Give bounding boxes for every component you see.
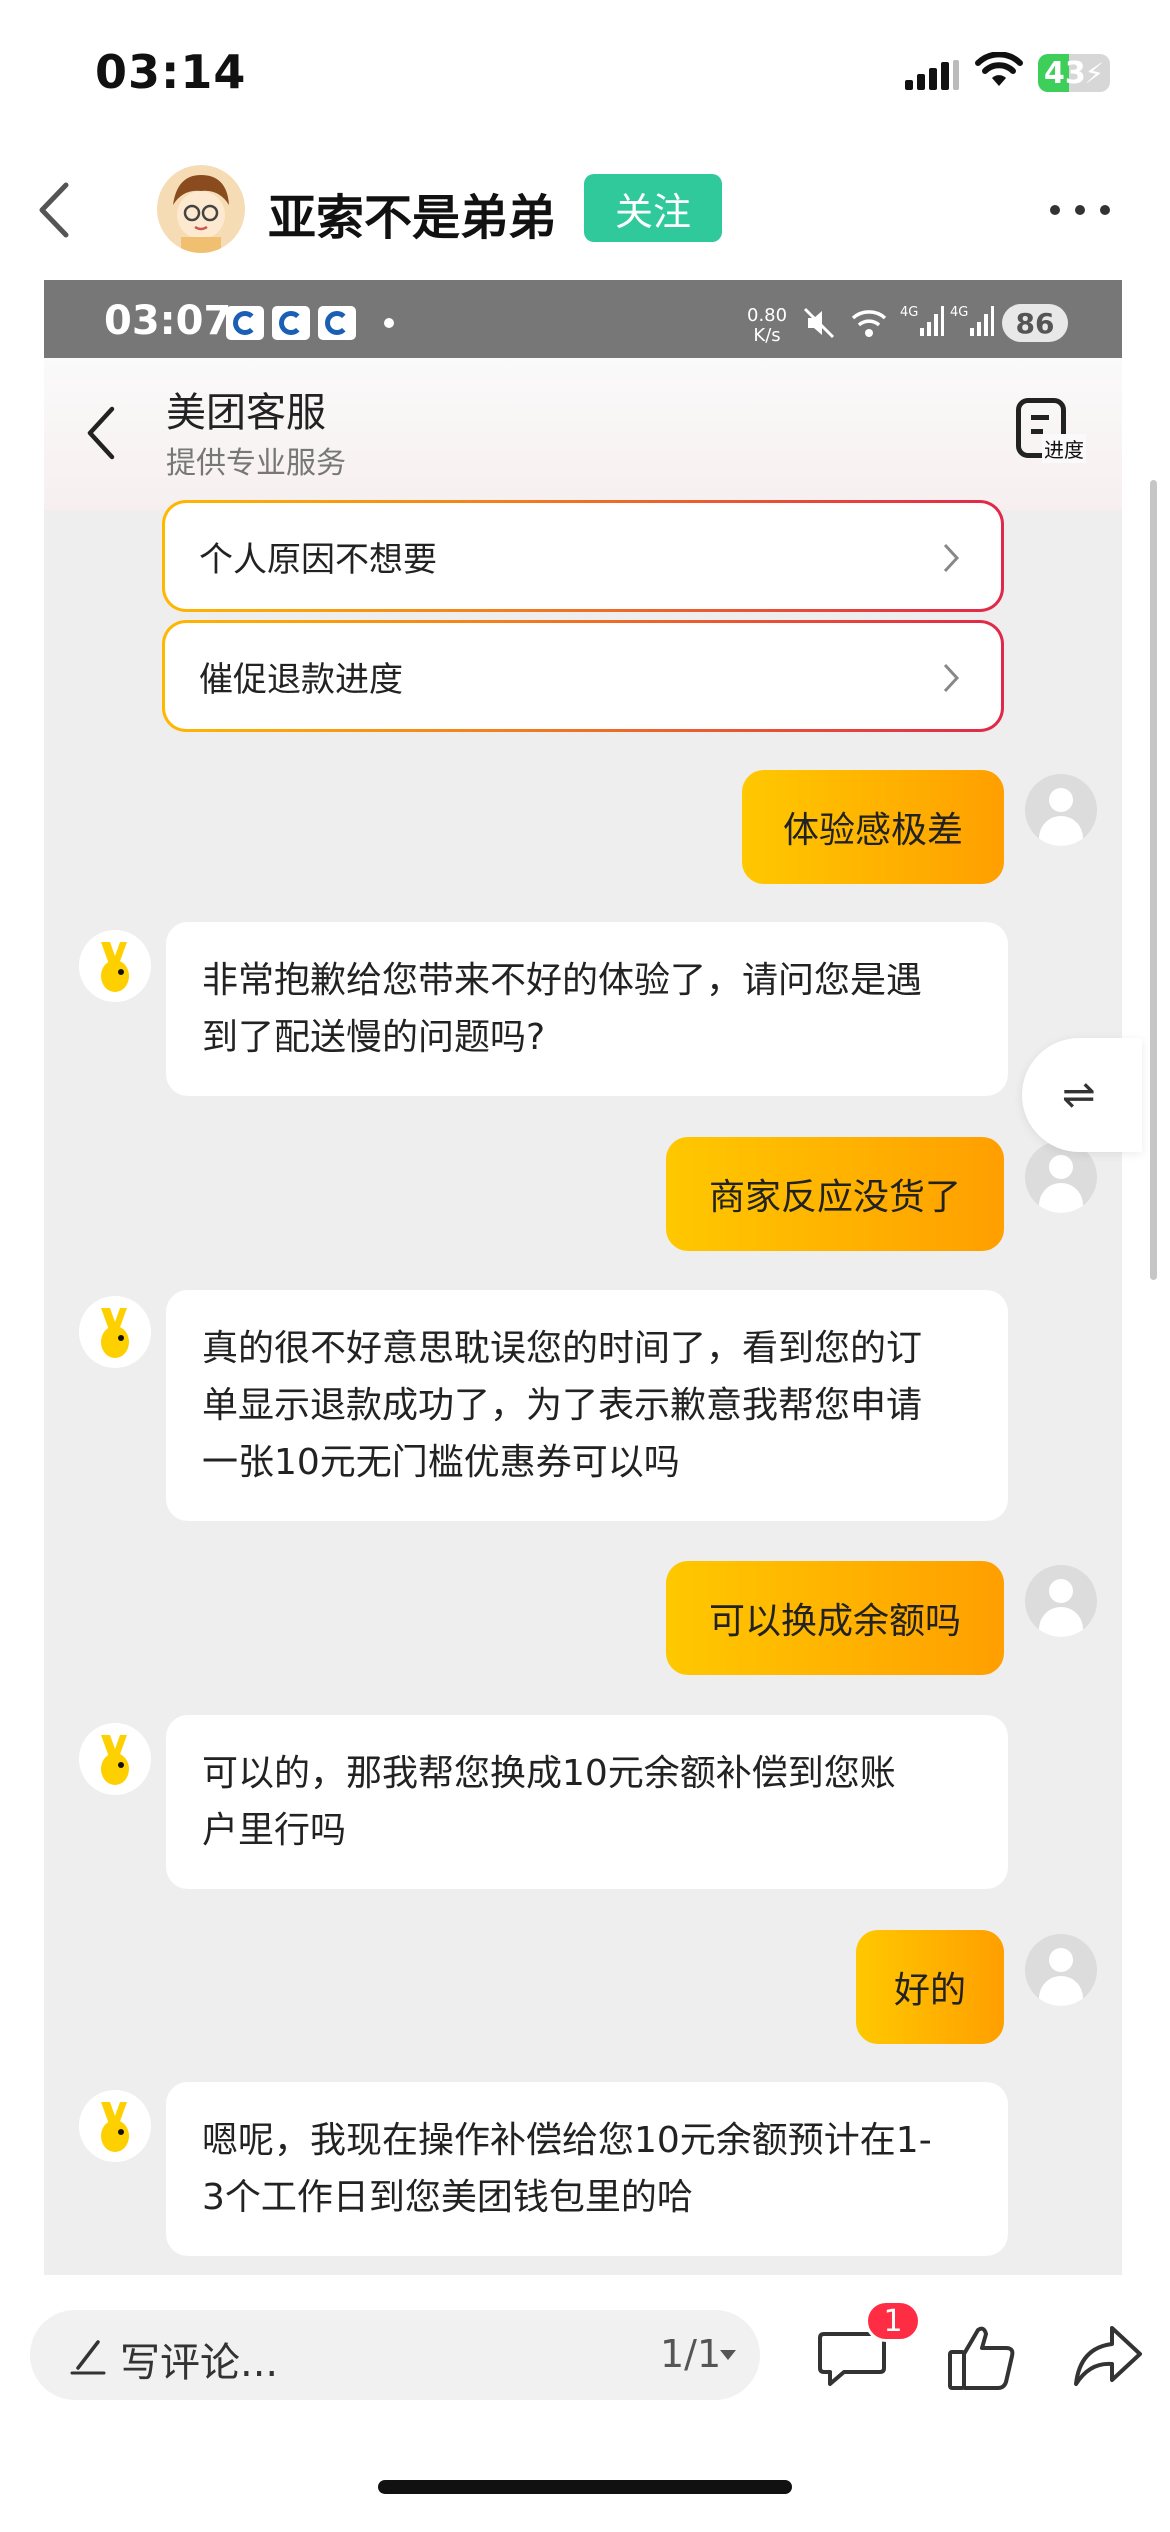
bot-message[interactable]: 非常抱歉给您带来不好的体验了，请问您是遇 到了配送慢的问题吗? (166, 922, 1008, 1096)
meituan-kangaroo-icon (79, 930, 151, 1002)
status-bar: 03:14 43 ⚡ (0, 0, 1170, 150)
quick-reply-option[interactable]: 个人原因不想要 (162, 500, 1004, 612)
thumbs-up-icon[interactable] (942, 2318, 1022, 2398)
comment-placeholder: 写评论... (120, 2340, 279, 2386)
bot-message[interactable]: 嗯呢，我现在操作补偿给您10元余额预计在1- 3个工作日到您美团钱包里的哈 (166, 2082, 1008, 2256)
bot-message[interactable]: 真的很不好意思耽误您的时间了，看到您的订 单显示退款成功了，为了表示歉意我帮您申… (166, 1290, 1008, 1521)
home-indicator[interactable] (378, 2480, 792, 2494)
embedded-status-time: 03:07 (104, 298, 232, 344)
meituan-kangaroo-icon (79, 2090, 151, 2162)
svg-text:4G: 4G (950, 305, 968, 320)
dropdown-caret-icon[interactable] (720, 2350, 736, 2360)
battery-icon: 43 ⚡ (1038, 54, 1110, 92)
notification-dot-icon (384, 318, 394, 328)
quick-reply-option[interactable]: 催促退款进度 (162, 620, 1004, 732)
chevron-right-icon (943, 663, 960, 693)
network-speed: 0.80 K/s (747, 305, 788, 346)
switch-arrows-icon[interactable]: ⇌ (1022, 1038, 1142, 1152)
meituan-kangaroo-icon (79, 1296, 151, 1368)
follow-button[interactable]: 关注 (584, 174, 722, 242)
chat-back-icon[interactable] (84, 403, 120, 463)
wifi-icon (851, 310, 887, 337)
user-message[interactable]: 商家反应没货了 (666, 1137, 1004, 1251)
user-message[interactable]: 体验感极差 (742, 770, 1004, 884)
bot-message[interactable]: 可以的，那我帮您换成10元余额补偿到您账 户里行吗 (166, 1715, 1008, 1889)
user-avatar-icon (1025, 774, 1097, 846)
scrollbar[interactable] (1150, 480, 1157, 1280)
bottom-bar: 写评论... 1/1 1 (0, 2280, 1170, 2532)
username[interactable]: 亚索不是弟弟 (268, 178, 556, 248)
progress-button[interactable]: 进度 (1012, 396, 1090, 466)
chat-title: 美团客服 (166, 390, 326, 436)
cellular-signal-icon (905, 60, 959, 90)
back-icon[interactable] (30, 175, 80, 245)
embedded-screenshot[interactable]: 03:07 0.80 K/s 4G 4G 86 美团客服 提供专业服务 进度 个… (44, 280, 1122, 2275)
bank-app-icon (318, 306, 356, 340)
pen-icon (70, 2340, 106, 2375)
user-message[interactable]: 可以换成余额吗 (666, 1561, 1004, 1675)
post-header: 亚索不是弟弟 关注 (0, 150, 1170, 275)
more-options-icon[interactable] (1050, 195, 1110, 225)
cellular-4g-icon: 4G (950, 305, 994, 336)
chat-subtitle: 提供专业服务 (166, 446, 346, 481)
wifi-icon (975, 52, 1023, 86)
cellular-4g-icon: 4G (900, 305, 944, 336)
page-indicator[interactable]: 1/1 (660, 2332, 721, 2376)
bank-app-icon (226, 306, 264, 340)
mute-icon (803, 307, 835, 339)
meituan-kangaroo-icon (79, 1723, 151, 1795)
chat-header: 美团客服 提供专业服务 进度 (44, 358, 1122, 510)
comment-input[interactable]: 写评论... 1/1 (30, 2310, 760, 2400)
svg-text:4G: 4G (900, 305, 918, 320)
user-message[interactable]: 好的 (856, 1930, 1004, 2044)
embedded-battery-icon: 86 (1002, 304, 1068, 342)
user-avatar-icon (1025, 1565, 1097, 1637)
bank-app-icon (272, 306, 310, 340)
user-avatar[interactable] (157, 165, 245, 253)
chevron-right-icon (943, 543, 960, 573)
user-avatar-icon (1025, 1934, 1097, 2006)
comment-count-badge: 1 (865, 2300, 921, 2342)
embedded-status-bar: 03:07 0.80 K/s 4G 4G 86 (44, 280, 1122, 358)
share-icon[interactable] (1068, 2318, 1148, 2398)
status-time: 03:14 (95, 45, 247, 99)
